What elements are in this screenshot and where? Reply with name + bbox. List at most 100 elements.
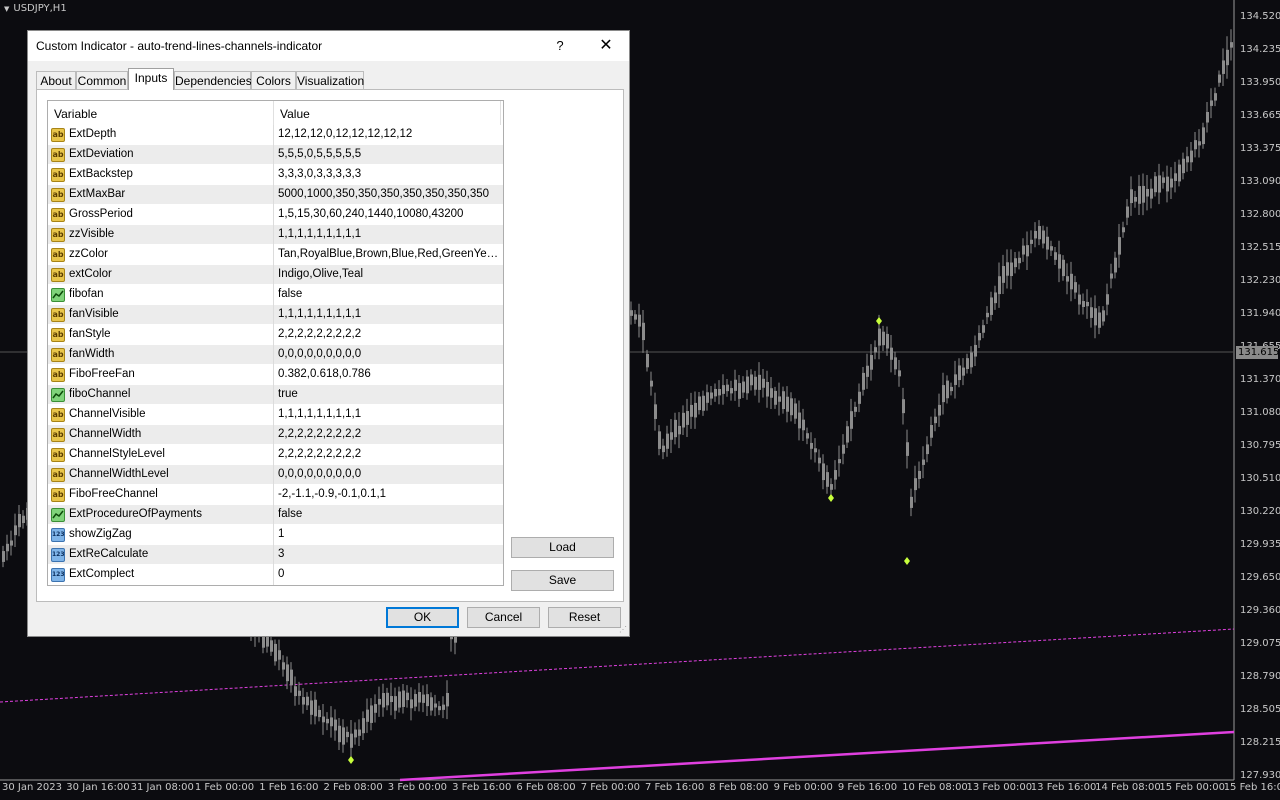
variable-value[interactable]: 0,0,0,0,0,0,0,0,0 [278,348,500,360]
variable-name: extColor [69,268,112,280]
candle-body [1058,254,1061,269]
input-row-fibofan[interactable]: fibofan false [48,285,503,305]
variable-value[interactable]: Tan,RoyalBlue,Brown,Blue,Red,GreenYello.… [278,248,500,260]
help-button[interactable]: ? [550,36,570,56]
column-separator [273,185,274,205]
input-row-channelvisible[interactable]: ab ChannelVisible 1,1,1,1,1,1,1,1,1 [48,405,503,425]
variable-value[interactable]: true [278,388,500,400]
time-tick-label: 31 Jan 08:00 [130,782,194,793]
variable-value[interactable]: 3,3,3,0,3,3,3,3,3 [278,168,500,180]
input-row-zzcolor[interactable]: ab zzColor Tan,RoyalBlue,Brown,Blue,Red,Gr… [48,245,503,265]
variable-value[interactable]: 1,1,1,1,1,1,1,1,1 [278,408,500,420]
variable-value[interactable]: 1,5,15,30,60,240,1440,10080,43200 [278,208,500,220]
candle-body [846,426,849,443]
candle-body [1062,259,1065,277]
candle-body [806,433,809,439]
input-row-extrecalculate[interactable]: 123 ExtReCalculate 3 [48,545,503,565]
variable-value[interactable]: 2,2,2,2,2,2,2,2,2 [278,448,500,460]
variable-value[interactable]: 3 [278,548,500,560]
tab-common[interactable]: Common [76,71,128,89]
input-row-extprocedureofpayments[interactable]: ExtProcedureOfPayments false [48,505,503,525]
variable-value[interactable]: false [278,288,500,300]
variable-name: fibofan [69,288,104,300]
price-tick-label: 133.375 [1240,143,1280,154]
candle-body [342,727,345,745]
variable-value[interactable]: -2,-1.1,-0.9,-0.1,0.1,1 [278,488,500,500]
price-tick-label: 130.795 [1240,440,1280,451]
column-variable[interactable]: Variable [54,107,97,121]
input-row-showzigzag[interactable]: 123 showZigZag 1 [48,525,503,545]
candle-body [1002,266,1005,283]
variable-value[interactable]: 12,12,12,0,12,12,12,12,12 [278,128,500,140]
input-row-fanvisible[interactable]: ab fanVisible 1,1,1,1,1,1,1,1,1 [48,305,503,325]
column-value[interactable]: Value [280,107,310,121]
candle-body [966,358,969,369]
candle-body [1194,140,1197,150]
variable-value[interactable]: 2,2,2,2,2,2,2,2,2 [278,428,500,440]
candle-body [354,729,357,738]
input-row-extcolor[interactable]: ab extColor Indigo,Olive,Teal [48,265,503,285]
inputs-grid[interactable]: Variable Value ab ExtDepth 12,12,12,0,12,1… [47,100,504,586]
tab-about[interactable]: About [36,71,76,89]
candle-body [650,380,653,387]
input-row-extbackstep[interactable]: ab ExtBackstep 3,3,3,0,3,3,3,3,3 [48,165,503,185]
variable-value[interactable]: 2,2,2,2,2,2,2,2,2 [278,328,500,340]
input-row-zzvisible[interactable]: ab zzVisible 1,1,1,1,1,1,1,1,1 [48,225,503,245]
candle-body [1126,206,1129,218]
current-price-badge: 131.615 [1236,346,1280,359]
input-row-grossperiod[interactable]: ab GrossPeriod 1,5,15,30,60,240,1440,10080… [48,205,503,225]
tab-dependencies[interactable]: Dependencies [174,71,252,89]
variable-value[interactable]: false [278,508,500,520]
price-tick-label: 129.360 [1240,605,1280,616]
close-button[interactable]: ✕ [594,36,618,56]
candle-body [866,365,869,377]
variable-value[interactable]: 1 [278,528,500,540]
save-button[interactable]: Save [511,570,614,591]
candle-body [1202,127,1205,145]
candle-body [926,444,929,455]
dialog-titlebar[interactable]: Custom Indicator - auto-trend-lines-chan… [28,31,629,61]
tab-visualization[interactable]: Visualization [296,71,364,89]
input-row-fanwidth[interactable]: ab fanWidth 0,0,0,0,0,0,0,0,0 [48,345,503,365]
variable-value[interactable]: 5000,1000,350,350,350,350,350,350,350 [278,188,500,200]
cancel-button[interactable]: Cancel [467,607,540,628]
variable-value[interactable]: 1,1,1,1,1,1,1,1,1 [278,228,500,240]
input-row-channelwidthlevel[interactable]: ab ChannelWidthLevel 0,0,0,0,0,0,0,0,0 [48,465,503,485]
variable-value[interactable]: 0 [278,568,500,580]
variable-value[interactable]: 0.382,0.618,0.786 [278,368,500,380]
ok-button[interactable]: OK [386,607,459,628]
variable-name: ChannelVisible [69,408,146,420]
variable-value[interactable]: 1,1,1,1,1,1,1,1,1 [278,308,500,320]
column-separator [273,245,274,265]
input-row-extdeviation[interactable]: ab ExtDeviation 5,5,5,0,5,5,5,5,5 [48,145,503,165]
input-row-extmaxbar[interactable]: ab ExtMaxBar 5000,1000,350,350,350,350,350… [48,185,503,205]
price-tick-label: 128.505 [1240,704,1280,715]
time-tick-label: 13 Feb 00:00 [966,782,1033,793]
load-button[interactable]: Load [511,537,614,558]
input-row-fibofreefan[interactable]: ab FiboFreeFan 0.382,0.618,0.786 [48,365,503,385]
tab-inputs[interactable]: Inputs [128,68,174,90]
inputs-panel: Variable Value ab ExtDepth 12,12,12,0,12,1… [36,89,624,602]
candle-body [1010,262,1013,277]
variable-value[interactable]: 5,5,5,0,5,5,5,5,5 [278,148,500,160]
time-tick-label: 1 Feb 16:00 [259,782,319,793]
input-row-fibofreechannel[interactable]: ab FiboFreeChannel -2,-1.1,-0.9,-0.1,0.1,1 [48,485,503,505]
input-row-channelstylelevel[interactable]: ab ChannelStyleLevel 2,2,2,2,2,2,2,2,2 [48,445,503,465]
variable-value[interactable]: 0,0,0,0,0,0,0,0,0 [278,468,500,480]
resize-grip-icon[interactable]: ⋰ [619,626,627,634]
column-separator [273,265,274,285]
tab-colors[interactable]: Colors [251,71,296,89]
input-row-channelwidth[interactable]: ab ChannelWidth 2,2,2,2,2,2,2,2,2 [48,425,503,445]
reset-button[interactable]: Reset [548,607,621,628]
input-row-extcomplect[interactable]: 123 ExtComplect 0 [48,565,503,585]
column-separator [273,145,274,165]
input-row-fanstyle[interactable]: ab fanStyle 2,2,2,2,2,2,2,2,2 [48,325,503,345]
candle-body [814,448,817,453]
variable-value[interactable]: Indigo,Olive,Teal [278,268,500,280]
candle-body [918,470,921,480]
price-tick-label: 133.665 [1240,110,1280,121]
input-row-extdepth[interactable]: ab ExtDepth 12,12,12,0,12,12,12,12,12 [48,125,503,145]
input-row-fibochannel[interactable]: fiboChannel true [48,385,503,405]
candle-body [430,697,433,711]
candle-body [322,716,325,723]
